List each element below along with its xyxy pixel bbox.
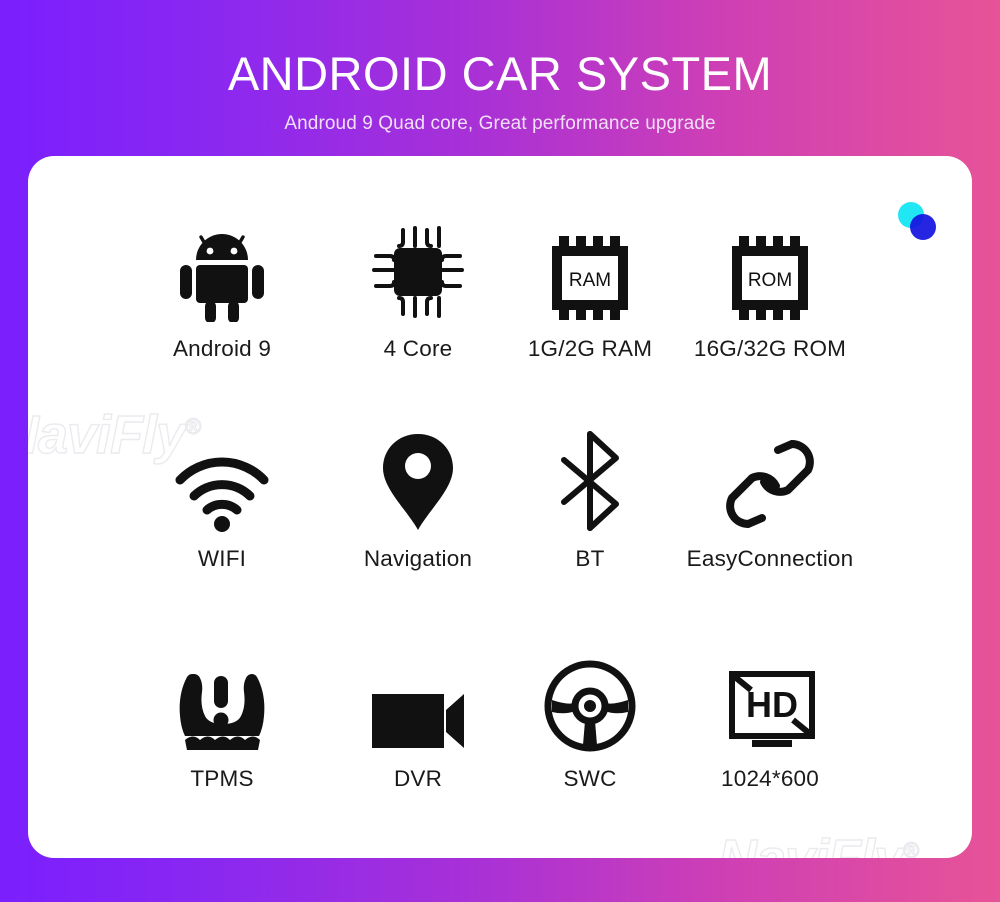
feature-grid: Android 9 4 Core RAM 1G/2G RAM ROM 16G/3…: [28, 156, 972, 858]
promo-poster: ANDROID CAR SYSTEM Androud 9 Quad core, …: [0, 0, 1000, 902]
feature-item-rom[interactable]: ROM 16G/32G ROM: [652, 218, 888, 362]
chip-inner-label: ROM: [748, 270, 792, 291]
page-subtitle: Androud 9 Quad core, Great performance u…: [284, 113, 716, 135]
page-title: ANDROID CAR SYSTEM: [227, 47, 773, 100]
feature-item-easyconnection[interactable]: EasyConnection: [652, 428, 888, 572]
poster-header: ANDROID CAR SYSTEM Androud 9 Quad core, …: [0, 0, 1000, 135]
feature-label: EasyConnection: [686, 546, 854, 571]
hd-inner-label: HD: [746, 684, 798, 725]
chain-link-icon: [652, 428, 888, 532]
feature-item-resolution[interactable]: HD 1024*600: [652, 648, 888, 792]
feature-label: 1024*600: [721, 766, 819, 791]
rom-chip-icon: ROM: [652, 218, 888, 322]
chip-inner-label: RAM: [569, 270, 611, 291]
feature-card: NaviFly® NaviFly®: [28, 156, 972, 858]
hd-monitor-icon: HD: [652, 648, 888, 752]
feature-label: 16G/32G ROM: [693, 336, 847, 361]
